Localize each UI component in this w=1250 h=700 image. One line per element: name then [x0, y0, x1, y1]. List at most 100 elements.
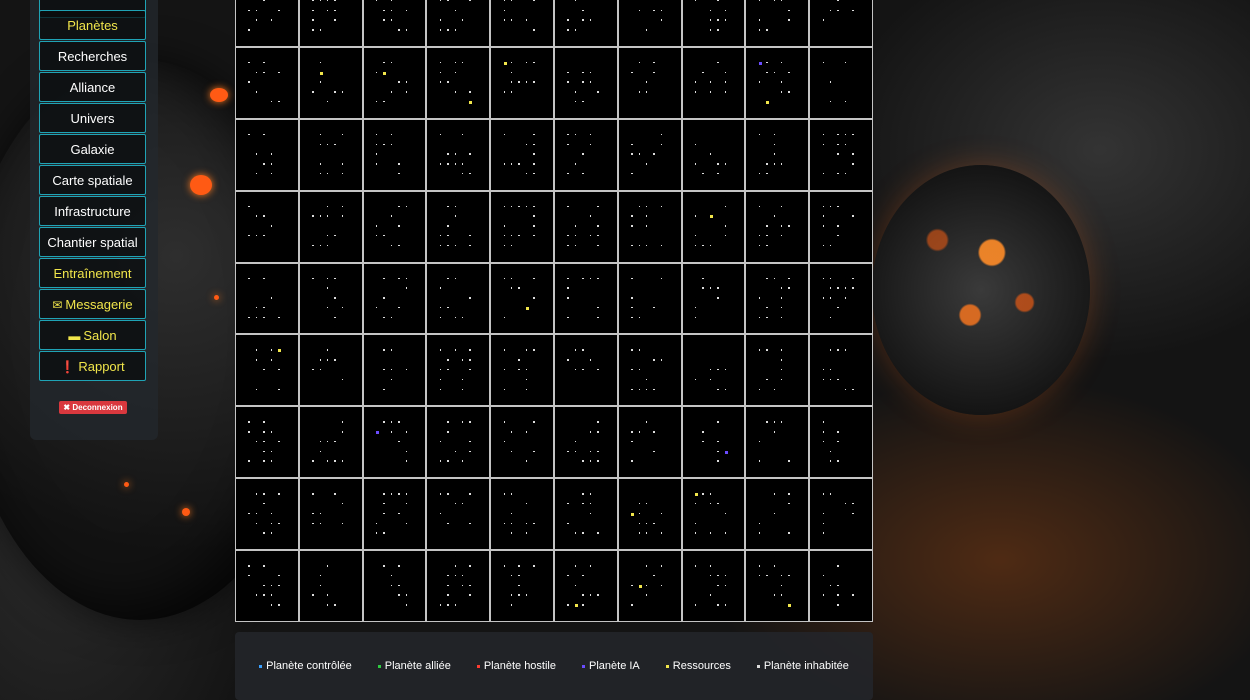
- map-sector-cell[interactable]: [746, 47, 809, 118]
- map-sector-cell[interactable]: [810, 191, 872, 262]
- map-sector-cell[interactable]: [299, 191, 362, 262]
- map-sector-cell[interactable]: [363, 263, 426, 334]
- map-sector-cell[interactable]: [363, 0, 426, 46]
- map-sector-cell[interactable]: [554, 119, 617, 190]
- map-sector-cell[interactable]: [236, 47, 298, 118]
- map-sector-cell[interactable]: [618, 191, 681, 262]
- map-sector-cell[interactable]: [810, 47, 872, 118]
- map-sector-cell[interactable]: [554, 263, 617, 334]
- nav-item-galaxie[interactable]: Galaxie: [39, 134, 146, 164]
- map-sector-cell[interactable]: [682, 0, 745, 46]
- nav-item-rapport[interactable]: ❗ Rapport: [39, 351, 146, 381]
- map-sector-cell[interactable]: [682, 335, 745, 406]
- map-sector-cell[interactable]: [554, 0, 617, 46]
- map-sector-cell[interactable]: [363, 407, 426, 478]
- map-sector-cell[interactable]: [491, 47, 553, 118]
- map-sector-cell[interactable]: [427, 47, 490, 118]
- map-sector-cell[interactable]: [236, 0, 298, 46]
- map-sector-cell[interactable]: [810, 0, 872, 46]
- nav-item-planetes[interactable]: Planètes: [39, 10, 146, 40]
- map-sector-cell[interactable]: [427, 0, 490, 46]
- map-sector-cell[interactable]: [427, 407, 490, 478]
- map-sector-cell[interactable]: [554, 479, 617, 550]
- map-sector-cell[interactable]: [746, 191, 809, 262]
- map-sector-cell[interactable]: [682, 119, 745, 190]
- map-sector-cell[interactable]: [427, 263, 490, 334]
- nav-item-recherches[interactable]: Recherches: [39, 41, 146, 71]
- map-sector-cell[interactable]: [427, 551, 490, 621]
- map-sector-cell[interactable]: [236, 119, 298, 190]
- map-sector-cell[interactable]: [427, 191, 490, 262]
- map-sector-cell[interactable]: [491, 335, 553, 406]
- map-sector-cell[interactable]: [236, 479, 298, 550]
- map-sector-cell[interactable]: [618, 335, 681, 406]
- logout-button[interactable]: ✖ Deconnexion: [59, 401, 127, 414]
- nav-item-infrastructure[interactable]: Infrastructure: [39, 196, 146, 226]
- map-sector-cell[interactable]: [618, 407, 681, 478]
- map-sector-cell[interactable]: [299, 47, 362, 118]
- map-sector-cell[interactable]: [746, 263, 809, 334]
- map-sector-cell[interactable]: [618, 119, 681, 190]
- map-sector-cell[interactable]: [236, 551, 298, 621]
- nav-item-univers[interactable]: Univers: [39, 103, 146, 133]
- map-sector-cell[interactable]: [682, 479, 745, 550]
- map-sector-cell[interactable]: [746, 551, 809, 621]
- map-sector-cell[interactable]: [810, 119, 872, 190]
- map-sector-cell[interactable]: [682, 191, 745, 262]
- map-sector-cell[interactable]: [618, 551, 681, 621]
- map-sector-cell[interactable]: [746, 335, 809, 406]
- map-sector-cell[interactable]: [236, 191, 298, 262]
- nav-item-salon[interactable]: ▬ Salon: [39, 320, 146, 350]
- map-sector-cell[interactable]: [299, 119, 362, 190]
- map-sector-cell[interactable]: [682, 551, 745, 621]
- nav-item-chantier-spatial[interactable]: Chantier spatial: [39, 227, 146, 257]
- map-sector-cell[interactable]: [810, 263, 872, 334]
- map-sector-cell[interactable]: [554, 407, 617, 478]
- map-sector-cell[interactable]: [682, 47, 745, 118]
- map-sector-cell[interactable]: [810, 479, 872, 550]
- map-sector-cell[interactable]: [746, 407, 809, 478]
- map-sector-cell[interactable]: [363, 47, 426, 118]
- map-sector-cell[interactable]: [746, 479, 809, 550]
- map-sector-cell[interactable]: [554, 551, 617, 621]
- map-sector-cell[interactable]: [491, 407, 553, 478]
- map-sector-cell[interactable]: [427, 335, 490, 406]
- map-sector-cell[interactable]: [363, 551, 426, 621]
- nav-item-messagerie[interactable]: ✉ Messagerie: [39, 289, 146, 319]
- map-sector-cell[interactable]: [682, 407, 745, 478]
- map-sector-cell[interactable]: [746, 119, 809, 190]
- nav-item-entrainement[interactable]: Entraînement: [39, 258, 146, 288]
- nav-item-carte-spatiale[interactable]: Carte spatiale: [39, 165, 146, 195]
- map-sector-cell[interactable]: [299, 551, 362, 621]
- map-sector-cell[interactable]: [554, 191, 617, 262]
- map-sector-cell[interactable]: [363, 335, 426, 406]
- map-sector-cell[interactable]: [299, 479, 362, 550]
- map-sector-cell[interactable]: [810, 335, 872, 406]
- map-sector-cell[interactable]: [236, 335, 298, 406]
- map-sector-cell[interactable]: [491, 551, 553, 621]
- map-sector-cell[interactable]: [299, 0, 362, 46]
- nav-item-alliance[interactable]: Alliance: [39, 72, 146, 102]
- map-sector-cell[interactable]: [810, 407, 872, 478]
- map-sector-cell[interactable]: [618, 47, 681, 118]
- map-sector-cell[interactable]: [299, 335, 362, 406]
- map-sector-cell[interactable]: [299, 263, 362, 334]
- map-sector-cell[interactable]: [746, 0, 809, 46]
- map-sector-cell[interactable]: [363, 119, 426, 190]
- map-sector-cell[interactable]: [491, 479, 553, 550]
- map-sector-cell[interactable]: [363, 191, 426, 262]
- map-sector-cell[interactable]: [618, 0, 681, 46]
- map-sector-cell[interactable]: [299, 407, 362, 478]
- map-sector-cell[interactable]: [554, 335, 617, 406]
- map-sector-cell[interactable]: [810, 551, 872, 621]
- map-sector-cell[interactable]: [618, 263, 681, 334]
- map-sector-cell[interactable]: [491, 263, 553, 334]
- map-sector-cell[interactable]: [236, 263, 298, 334]
- map-sector-cell[interactable]: [618, 479, 681, 550]
- map-sector-cell[interactable]: [363, 479, 426, 550]
- map-sector-cell[interactable]: [491, 0, 553, 46]
- map-sector-cell[interactable]: [491, 119, 553, 190]
- map-sector-cell[interactable]: [427, 479, 490, 550]
- map-sector-cell[interactable]: [491, 191, 553, 262]
- map-sector-cell[interactable]: [682, 263, 745, 334]
